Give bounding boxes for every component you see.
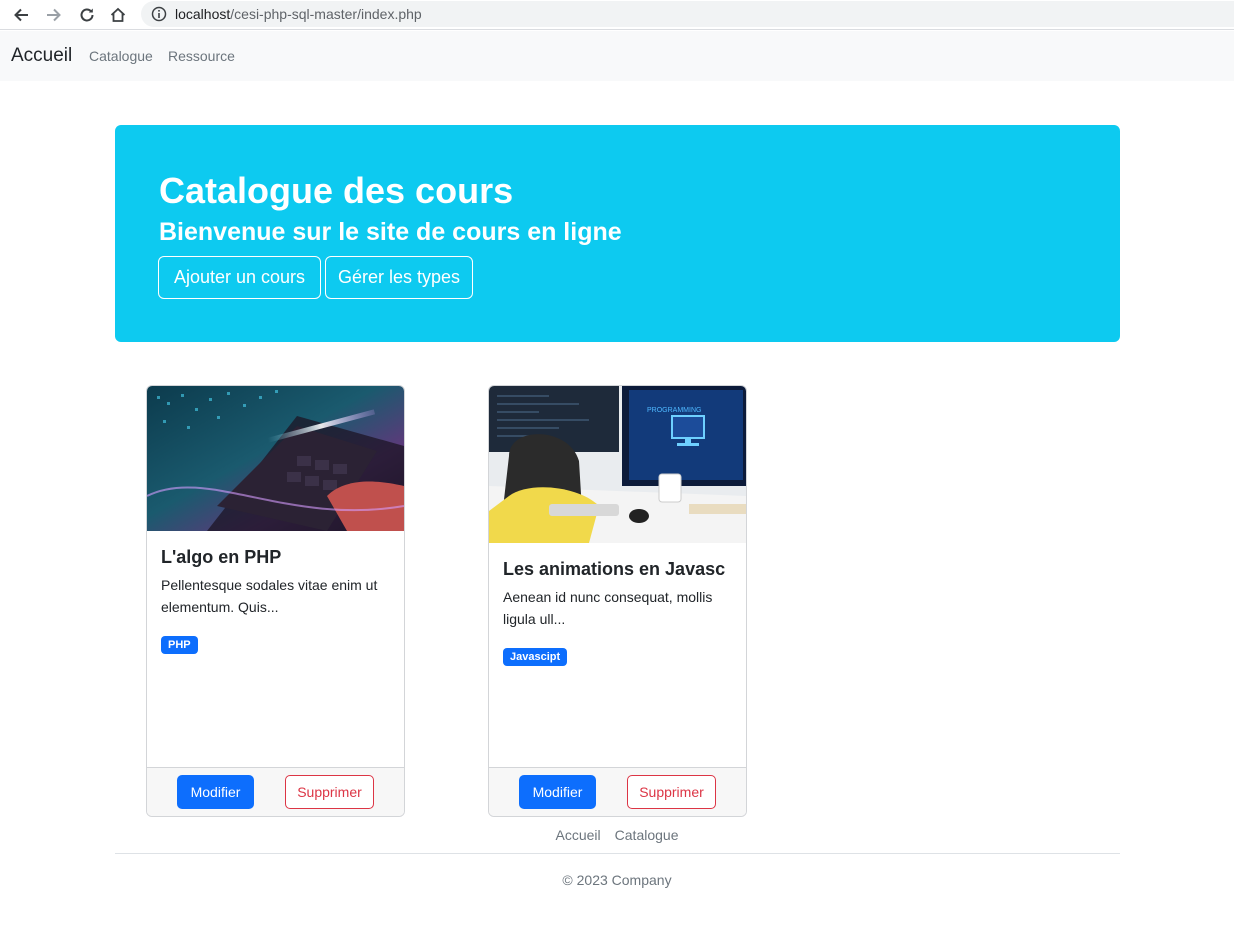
course-card: L'algo en PHP Pellentesque sodales vitae… [146,385,405,817]
course-image-programming: PROGRAMMING [489,386,746,543]
course-image-laptop [147,386,404,531]
course-type-badge: PHP [161,636,198,654]
nav-link-catalogue[interactable]: Catalogue [89,48,153,64]
hero-banner: Catalogue des cours Bienvenue sur le sit… [115,125,1120,342]
reload-icon[interactable] [75,3,99,27]
url-host: localhost [175,6,231,22]
svg-text:PROGRAMMING: PROGRAMMING [647,407,701,414]
info-icon[interactable] [151,6,167,22]
add-course-button[interactable]: Ajouter un cours [158,256,321,299]
card-footer: Modifier Supprimer [147,767,404,816]
footer-link-catalogue[interactable]: Catalogue [615,827,679,843]
delete-course-button[interactable]: Supprimer [627,775,716,809]
course-type-badge: Javascipt [503,648,568,666]
url-text: localhost/cesi-php-sql-master/index.php [175,6,422,22]
footer-nav: Accueil Catalogue [0,827,1234,843]
card-footer: Modifier Supprimer [489,767,746,816]
copyright: © 2023 Company [562,872,672,888]
home-icon[interactable] [106,3,130,27]
course-card: PROGRAMMING Les animations en Javasc Aen… [488,385,747,817]
address-bar[interactable]: localhost/cesi-php-sql-master/index.php [141,1,1234,27]
navbar: Accueil Catalogue Ressource [0,31,1234,81]
nav-link-ressource[interactable]: Ressource [168,48,235,64]
back-icon[interactable] [9,3,33,27]
footer-divider [115,853,1120,854]
footer-link-accueil[interactable]: Accueil [556,827,601,843]
course-title: Les animations en Javasc [503,559,726,579]
course-title: L'algo en PHP [161,547,282,567]
url-path: /cesi-php-sql-master/index.php [230,6,422,22]
edit-course-button[interactable]: Modifier [519,775,596,809]
browser-toolbar: localhost/cesi-php-sql-master/index.php [0,0,1234,30]
forward-icon[interactable] [42,3,66,27]
navbar-brand[interactable]: Accueil [11,45,72,67]
course-description: Aenean id nunc consequat, mollis ligula … [503,589,713,627]
page-subtitle: Bienvenue sur le site de cours en ligne [159,218,622,246]
manage-types-button[interactable]: Gérer les types [325,256,473,299]
edit-course-button[interactable]: Modifier [177,775,254,809]
page-title: Catalogue des cours [159,170,514,211]
delete-course-button[interactable]: Supprimer [285,775,374,809]
course-description: Pellentesque sodales vitae enim ut eleme… [161,577,378,615]
